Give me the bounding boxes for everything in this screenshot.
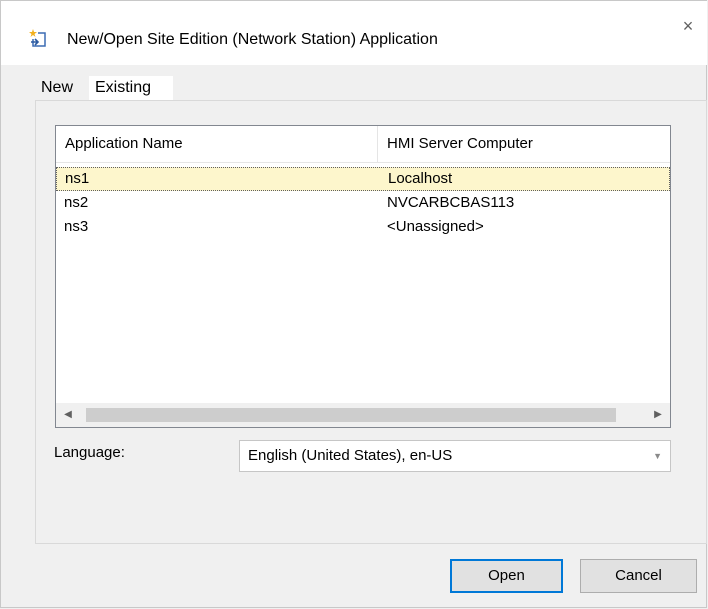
cancel-button[interactable]: Cancel: [580, 559, 697, 593]
cell-application-name: ns2: [64, 194, 89, 211]
close-icon[interactable]: ×: [677, 15, 699, 37]
scrollbar-thumb[interactable]: [86, 408, 616, 422]
cell-application-name: ns1: [65, 170, 90, 187]
horizontal-scrollbar[interactable]: ◀ ▶: [56, 403, 670, 427]
applications-list[interactable]: Application Name HMI Server Computer ns1…: [55, 125, 671, 428]
tab-existing[interactable]: Existing: [89, 76, 173, 100]
dialog-title: New/Open Site Edition (Network Station) …: [67, 31, 438, 48]
chevron-down-icon[interactable]: ▼: [653, 441, 662, 471]
language-select[interactable]: English (United States), en-US ▼: [239, 440, 671, 472]
cell-hmi-server: <Unassigned>: [387, 218, 484, 235]
column-header-hmi-server-computer[interactable]: HMI Server Computer: [378, 126, 670, 162]
list-header: Application Name HMI Server Computer: [56, 126, 670, 163]
tab-new[interactable]: New: [35, 76, 89, 100]
scroll-left-icon[interactable]: ◀: [56, 403, 80, 427]
scroll-right-icon[interactable]: ▶: [646, 403, 670, 427]
column-header-application-name[interactable]: Application Name: [56, 126, 378, 162]
open-button[interactable]: Open: [450, 559, 563, 593]
table-row[interactable]: ns1 Localhost: [56, 167, 670, 191]
cell-hmi-server: NVCARBCBAS113: [387, 194, 515, 211]
cell-application-name: ns3: [64, 218, 89, 235]
language-label: Language:: [54, 444, 125, 461]
new-open-application-icon: [29, 29, 47, 47]
dialog-window: New/Open Site Edition (Network Station) …: [0, 0, 707, 608]
list-rows: ns1 Localhost ns2 NVCARBCBAS113 ns3 <Una…: [56, 167, 670, 239]
cell-hmi-server: Localhost: [388, 170, 453, 187]
title-bar[interactable]: New/Open Site Edition (Network Station) …: [1, 1, 707, 65]
table-row[interactable]: ns3 <Unassigned>: [56, 215, 670, 239]
table-row[interactable]: ns2 NVCARBCBAS113: [56, 191, 670, 215]
language-selected-value: English (United States), en-US: [248, 447, 453, 464]
